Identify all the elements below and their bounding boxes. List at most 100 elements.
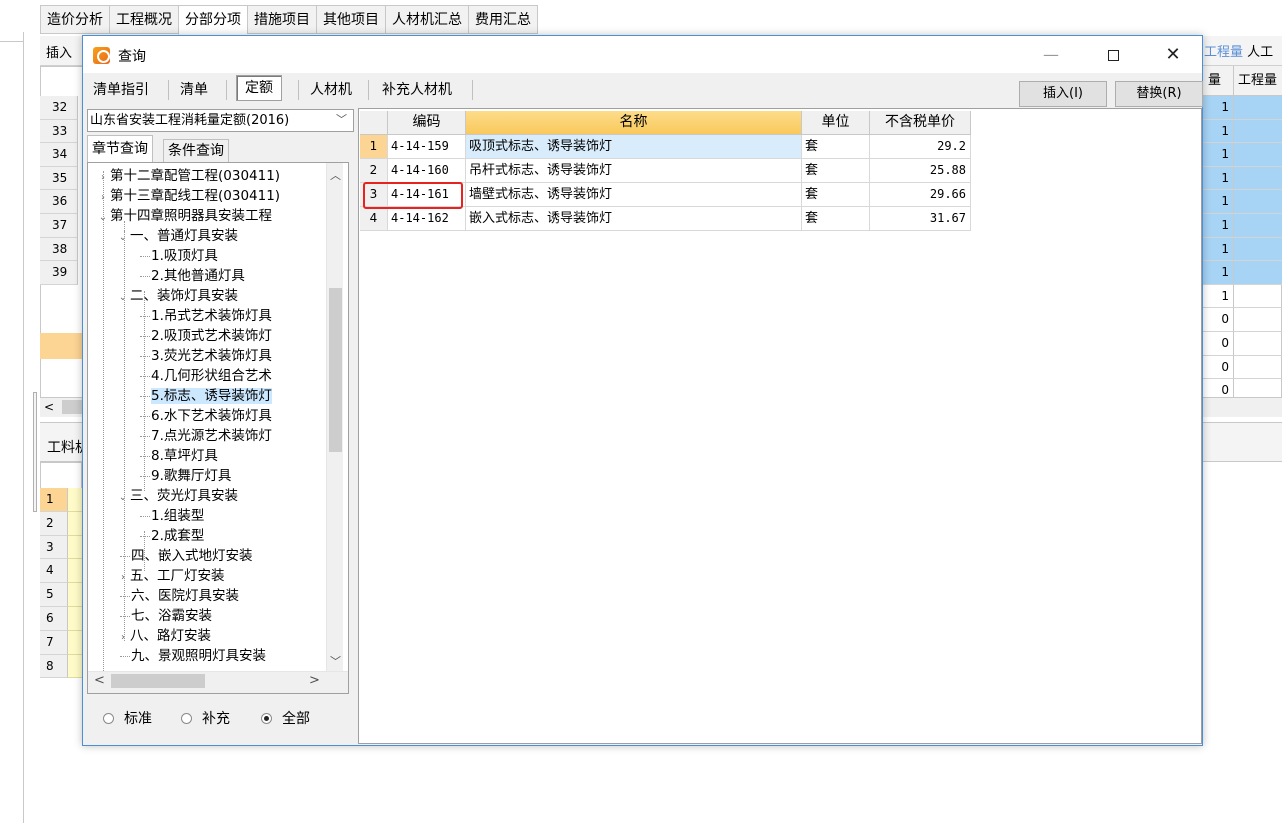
labor-label[interactable]: 人工 <box>1247 45 1273 60</box>
tab-chapter-search[interactable]: 章节查询 <box>87 135 153 162</box>
quantity-cell[interactable]: 1 <box>1202 237 1234 262</box>
quantity-cell[interactable]: 1 <box>1202 96 1234 120</box>
main-insert-button[interactable]: 插入 <box>46 42 72 61</box>
row-index-cell[interactable]: 1 <box>360 135 388 159</box>
tree-node[interactable]: › 第十三章配线工程(030411) <box>96 186 280 206</box>
row-number[interactable]: 4 <box>40 559 68 584</box>
tree-node[interactable]: › 第十二章配管工程(030411) <box>96 166 280 186</box>
unit-cell[interactable]: 套 <box>802 207 870 231</box>
tree-node[interactable]: 3.荧光艺术装饰灯具 <box>140 346 272 366</box>
tree-node[interactable]: › 五、工厂灯安装 <box>116 566 225 586</box>
code-cell[interactable]: 4-14-162 <box>388 207 466 231</box>
quantity-expr-cell[interactable] <box>1234 143 1282 167</box>
price-cell[interactable]: 25.88 <box>870 159 971 183</box>
quota-library-select[interactable]: 山东省安装工程消耗量定额(2016) <box>87 109 354 132</box>
expand-arrow-icon[interactable]: › <box>116 568 130 588</box>
quantity-expr-cell[interactable] <box>1234 166 1282 191</box>
quantity-cell[interactable]: 0 <box>1202 332 1234 356</box>
bottom-grid-cell[interactable] <box>68 583 82 607</box>
quantity-expr-cell[interactable] <box>1234 285 1282 309</box>
mode-tab-list[interactable]: 清单 <box>180 77 208 103</box>
panel-splitter[interactable] <box>33 392 37 512</box>
unit-cell[interactable]: 套 <box>802 183 870 207</box>
row-number[interactable]: 7 <box>40 630 68 655</box>
bottom-grid-cell[interactable] <box>68 630 82 655</box>
scroll-up-icon[interactable]: ︿ <box>330 167 341 183</box>
quantity-expr-cell[interactable] <box>1234 308 1282 332</box>
bottom-grid-cell[interactable] <box>68 511 82 536</box>
tree-node[interactable]: 四、嵌入式地灯安装 <box>120 546 253 566</box>
filter-supplement-radio[interactable]: 补充 <box>181 708 230 728</box>
row-number[interactable]: 39 <box>40 261 78 285</box>
filter-standard-radio[interactable]: 标准 <box>103 708 152 728</box>
row-number[interactable]: 38 <box>40 237 78 262</box>
tab-cost-summary[interactable]: 费用汇总 <box>468 5 538 34</box>
unit-cell[interactable]: 套 <box>802 159 870 183</box>
mode-tab-list-guide[interactable]: 清单指引 <box>93 77 149 103</box>
quantity-cell[interactable]: 1 <box>1202 166 1234 191</box>
tree-hscroll-thumb[interactable] <box>111 674 205 688</box>
tree-node[interactable]: 1.组装型 <box>140 506 204 526</box>
tree-node-selected[interactable]: 5.标志、诱导装饰灯 <box>140 386 272 406</box>
grid-header-name[interactable]: 名称 <box>466 111 802 135</box>
row-number[interactable]: 2 <box>40 511 68 536</box>
tree-node[interactable]: ⌄ 一、普通灯具安装 <box>116 226 238 246</box>
tab-labor-material-summary[interactable]: 人材机汇总 <box>385 5 468 34</box>
price-cell[interactable]: 29.66 <box>870 183 971 207</box>
collapse-arrow-icon[interactable]: ⌄ <box>116 228 130 248</box>
quantity-cell[interactable]: 1 <box>1202 143 1234 167</box>
row-number[interactable]: 32 <box>40 96 78 120</box>
bottom-grid-cell[interactable] <box>68 559 82 584</box>
tree-node[interactable]: ⌄ 第十四章照明器具安装工程 <box>96 206 272 226</box>
tab-cost-analysis[interactable]: 造价分析 <box>40 5 109 34</box>
tree-node[interactable]: 六、医院灯具安装 <box>120 586 239 606</box>
tree-node[interactable]: 1.吸顶灯具 <box>140 246 218 266</box>
mode-tab-quota[interactable]: 定额 <box>236 75 282 101</box>
grid-header-code[interactable]: 编码 <box>388 111 466 135</box>
collapse-arrow-icon[interactable]: ⌄ <box>116 488 130 508</box>
tree-node[interactable]: 七、浴霸安装 <box>120 606 212 626</box>
quantity-expr-cell[interactable] <box>1234 261 1282 285</box>
tree-node[interactable]: 7.点光源艺术装饰灯 <box>140 426 272 446</box>
tree-node[interactable]: 9.歌舞厅灯具 <box>140 466 231 486</box>
tree-node[interactable]: ⌄ 三、荧光灯具安装 <box>116 486 238 506</box>
tree-node[interactable]: 九、景观照明灯具安装 <box>120 646 266 666</box>
scroll-left-icon[interactable]: < <box>94 673 105 688</box>
name-cell[interactable]: 墙壁式标志、诱导装饰灯 <box>466 183 802 207</box>
quantity-expr-cell[interactable] <box>1234 356 1282 380</box>
quantity-expr-cell[interactable] <box>1234 190 1282 214</box>
tree-node[interactable]: 4.几何形状组合艺术 <box>140 366 272 386</box>
row-number[interactable]: 6 <box>40 607 68 631</box>
main-grid-hscroll-thumb[interactable] <box>62 400 82 414</box>
row-number[interactable]: 37 <box>40 214 78 238</box>
tab-project-overview[interactable]: 工程概况 <box>109 5 178 34</box>
tree-node[interactable]: › 八、路灯安装 <box>116 626 211 646</box>
row-number[interactable]: 1 <box>40 488 68 512</box>
bottom-grid-cell[interactable] <box>68 488 82 512</box>
quantity-cell[interactable]: 0 <box>1202 355 1234 380</box>
quantity-expr-cell[interactable] <box>1234 96 1282 120</box>
mode-tab-supplement-material[interactable]: 补充人材机 <box>382 77 452 103</box>
row-number[interactable]: 5 <box>40 583 68 607</box>
code-cell[interactable]: 4-14-159 <box>388 135 466 159</box>
price-cell[interactable]: 31.67 <box>870 207 971 231</box>
expand-arrow-icon[interactable]: › <box>116 628 130 648</box>
grid-header-unit[interactable]: 单位 <box>802 111 870 135</box>
tree-node[interactable]: 6.水下艺术装饰灯具 <box>140 406 272 426</box>
quantity-expr-cell[interactable] <box>1234 332 1282 356</box>
row-number[interactable]: 8 <box>40 654 68 679</box>
tree-node[interactable]: ⌄ 二、装饰灯具安装 <box>116 286 238 306</box>
tree-node[interactable]: 2.成套型 <box>140 526 204 546</box>
quantity-cell[interactable]: 0 <box>1202 308 1234 332</box>
row-number[interactable]: 3 <box>40 535 68 560</box>
tree-node[interactable]: 2.其他普通灯具 <box>140 266 245 286</box>
row-number[interactable]: 36 <box>40 190 78 214</box>
quantity-cell[interactable]: 1 <box>1202 284 1234 309</box>
quantity-cell[interactable]: 1 <box>1202 214 1234 238</box>
tree-node[interactable]: 8.草坪灯具 <box>140 446 218 466</box>
row-index-cell[interactable]: 4 <box>360 207 388 231</box>
row-number[interactable]: 34 <box>40 143 78 167</box>
code-cell[interactable]: 4-14-160 <box>388 159 466 183</box>
scroll-down-icon[interactable]: ﹀ <box>330 653 341 669</box>
bottom-grid-cell[interactable] <box>68 607 82 631</box>
